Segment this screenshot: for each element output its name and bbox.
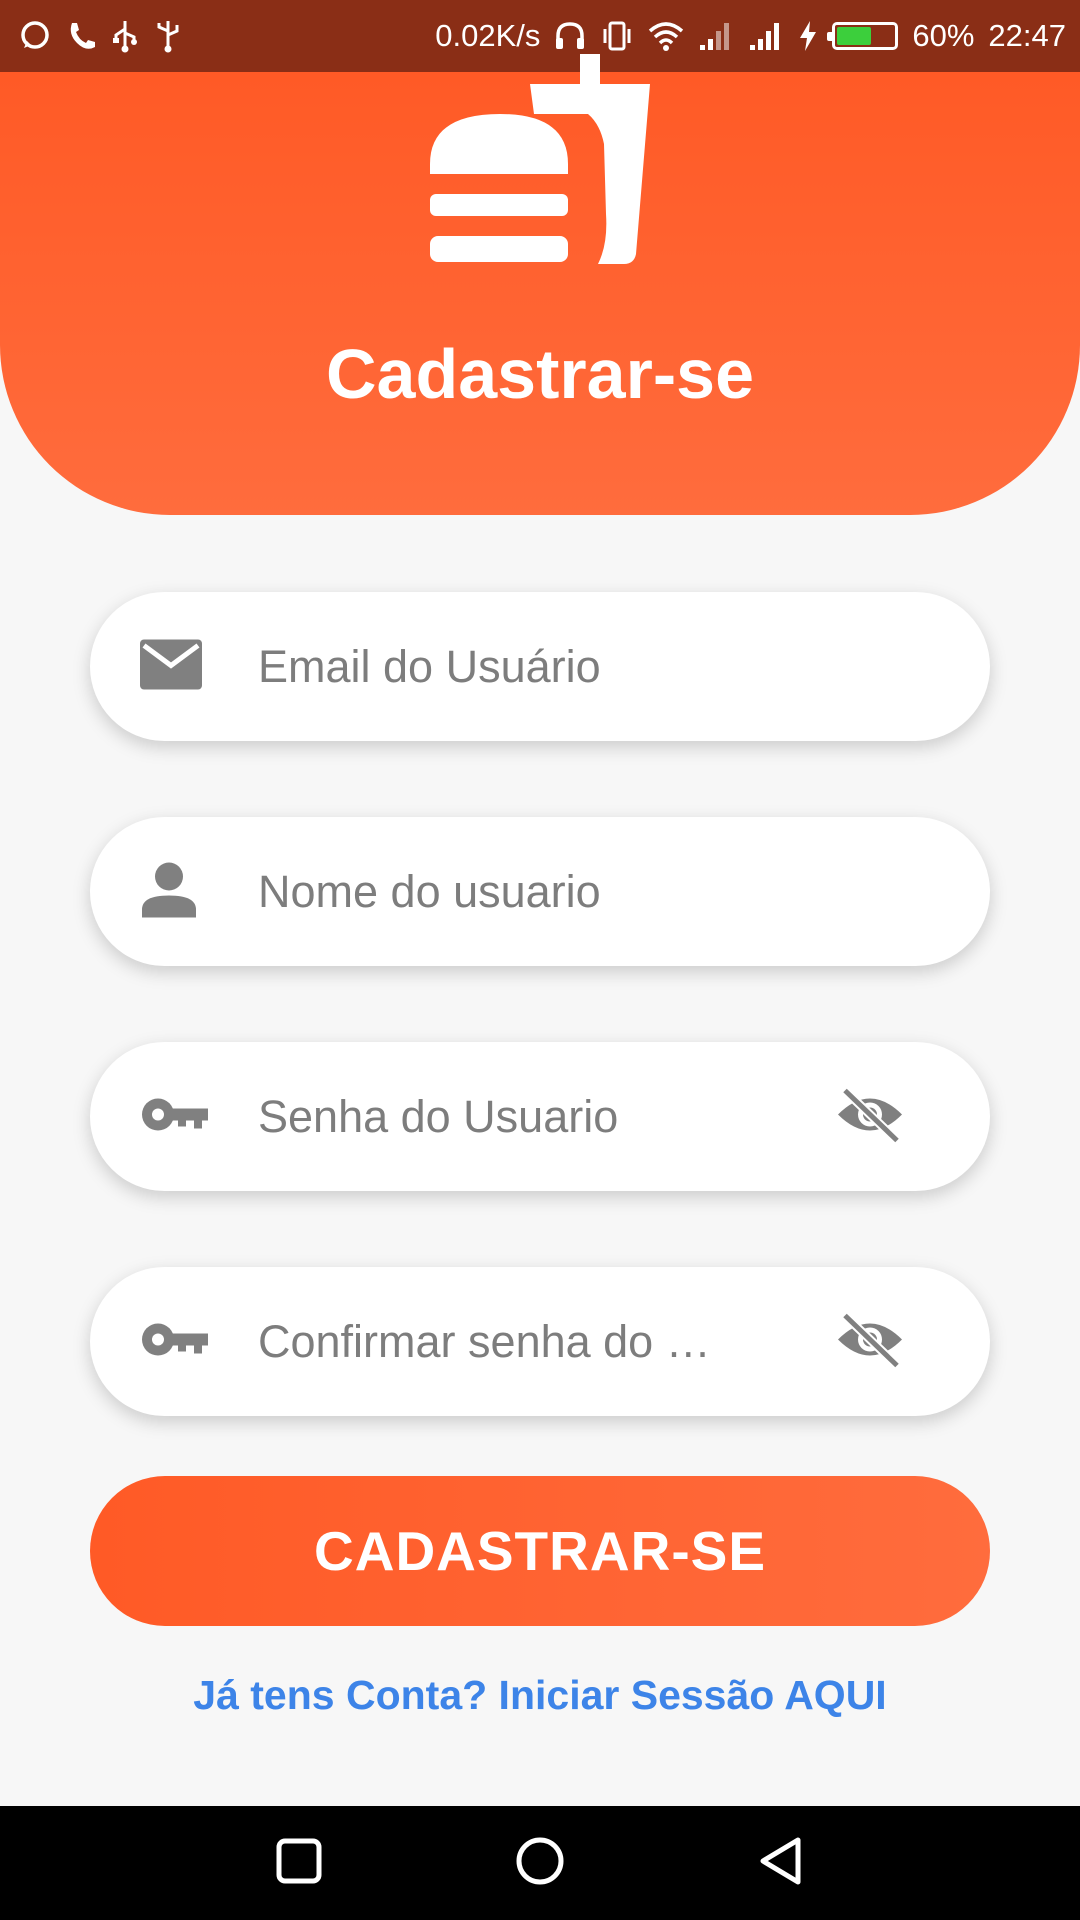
password-input[interactable] — [258, 1090, 778, 1143]
password-field[interactable] — [90, 1042, 990, 1191]
battery-percent: 60% — [912, 18, 975, 53]
username-field[interactable] — [90, 817, 990, 966]
chat-bubble-icon — [18, 20, 52, 52]
visibility-off-icon[interactable] — [835, 1311, 905, 1372]
vibrate-icon — [600, 20, 634, 52]
headphones-icon — [554, 20, 586, 52]
person-icon — [140, 861, 198, 922]
usb-icon — [110, 19, 140, 53]
confirm-password-input[interactable] — [258, 1315, 778, 1368]
network-speed: 0.02K/s — [435, 18, 541, 53]
header-banner: Cadastrar-se — [0, 54, 1080, 515]
page-title: Cadastrar-se — [326, 335, 754, 413]
key-icon — [140, 1094, 210, 1139]
home-icon[interactable] — [515, 1836, 565, 1891]
clock: 22:47 — [988, 18, 1066, 53]
username-input[interactable] — [258, 865, 778, 918]
login-link[interactable]: Já tens Conta? Iniciar Sessão AQUI — [0, 1672, 1080, 1719]
back-icon[interactable] — [758, 1836, 804, 1891]
recent-apps-icon[interactable] — [276, 1838, 322, 1889]
confirm-password-field[interactable] — [90, 1267, 990, 1416]
signup-button[interactable]: CADASTRAR-SE — [90, 1476, 990, 1626]
signup-screen: 0.02K/s 60% 22:47 Cadastrar-se Email do … — [0, 0, 1080, 1920]
visibility-off-icon[interactable] — [835, 1086, 905, 1147]
battery-level — [837, 27, 871, 45]
usb-icon — [154, 19, 182, 53]
phone-icon — [66, 20, 96, 52]
battery-icon — [827, 22, 899, 50]
signal-icon — [748, 21, 784, 51]
wifi-icon — [648, 21, 684, 51]
charging-icon — [798, 20, 818, 52]
signal-icon — [698, 21, 734, 51]
key-icon — [140, 1319, 210, 1364]
email-field[interactable] — [90, 592, 990, 741]
navigation-bar — [0, 1806, 1080, 1920]
email-icon — [140, 639, 202, 694]
email-input[interactable] — [258, 640, 778, 693]
burger-drink-logo-icon — [428, 54, 652, 279]
